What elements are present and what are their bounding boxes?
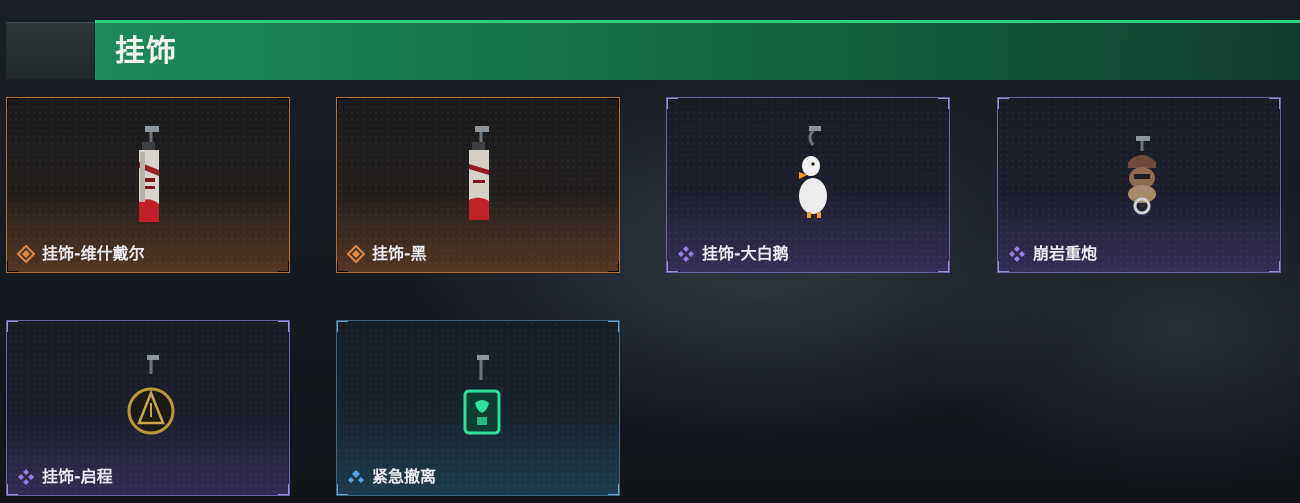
header-tab-stub [6,22,94,79]
charm-label: 挂饰-大白鹅 [677,244,789,264]
charm-card[interactable]: 崩岩重炮 [997,97,1281,273]
charm-red-white-tag-icon [469,126,489,220]
charm-inventory-screen: 挂饰 挂饰-维什戴尔 挂饰-黑 挂饰-大白鹅 崩岩重炮 挂饰-启程 紧急撤离 [0,0,1300,503]
charm-name: 紧急撤离 [372,467,437,486]
charm-label: 挂饰-启程 [17,467,113,487]
header-bar: 挂饰 [95,20,1300,80]
charm-card[interactable]: 挂饰-大白鹅 [666,97,950,273]
charm-green-square-icon [463,355,501,435]
charm-red-white-tag-icon [139,126,159,222]
section-title: 挂饰 [115,34,177,69]
charm-card[interactable]: 紧急撤离 [336,320,620,496]
charm-name: 崩岩重炮 [1033,244,1098,263]
charm-label: 紧急撤离 [347,467,436,487]
charm-label: 崩岩重炮 [1008,244,1097,264]
rarity-blue-icon [348,470,364,483]
rarity-purple-icon [1009,246,1025,262]
section-header: 挂饰 [6,20,1300,80]
rarity-purple-icon [678,246,694,262]
charm-name: 挂饰-维什戴尔 [42,244,145,263]
charm-name: 挂饰-黑 [372,244,427,263]
charm-round-emblem-icon [127,355,175,435]
charm-card[interactable]: 挂饰-启程 [6,320,290,496]
charm-name: 挂饰-大白鹅 [702,244,789,263]
charm-artillery-figure-icon [1128,136,1156,215]
charm-label: 挂饰-黑 [347,244,427,264]
charm-label: 挂饰-维什戴尔 [17,244,145,264]
charm-card[interactable]: 挂饰-黑 [336,97,620,273]
rarity-purple-icon [18,469,34,485]
rarity-orange-icon [347,245,365,263]
charm-name: 挂饰-启程 [42,467,113,486]
charm-card[interactable]: 挂饰-维什戴尔 [6,97,290,273]
charm-white-goose-icon [799,126,827,218]
rarity-orange-icon [17,245,35,263]
